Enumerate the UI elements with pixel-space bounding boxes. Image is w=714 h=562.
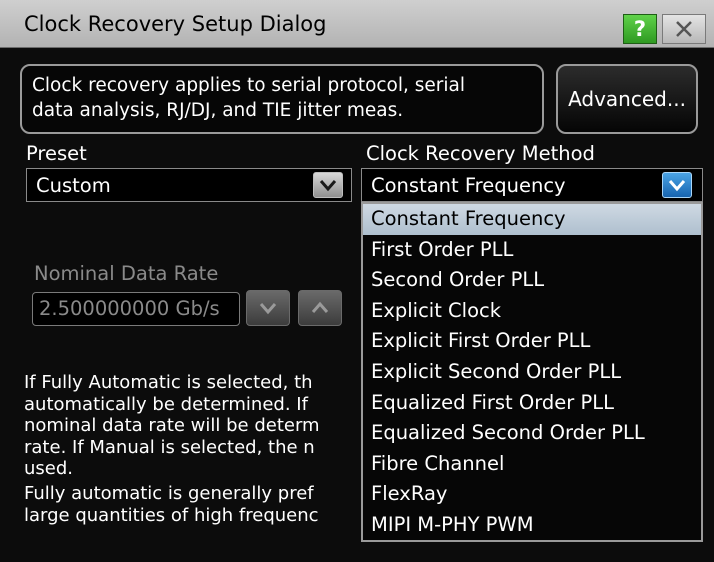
dropdown-option[interactable]: First Order PLL — [363, 235, 701, 266]
chevron-up-icon — [311, 301, 329, 313]
method-dropdown[interactable]: Constant Frequency — [361, 168, 703, 202]
dropdown-option[interactable]: Second Order PLL — [363, 265, 701, 296]
advanced-button[interactable]: Advanced... — [556, 64, 698, 134]
method-dropdown-list[interactable]: Constant Frequency First Order PLL Secon… — [361, 202, 703, 542]
data-rate-field[interactable]: 2.500000000 Gb/s — [32, 292, 240, 326]
data-rate-label: Nominal Data Rate — [34, 262, 219, 285]
increment-button[interactable] — [298, 290, 342, 326]
info-line: data analysis, RJ/DJ, and TIE jitter mea… — [32, 100, 404, 121]
preset-label: Preset — [26, 142, 87, 165]
help-icon: ? — [633, 17, 647, 41]
method-value: Constant Frequency — [371, 174, 566, 197]
dropdown-option[interactable]: Equalized First Order PLL — [363, 388, 701, 419]
method-dropdown-arrow[interactable] — [662, 172, 692, 198]
close-icon — [676, 21, 692, 37]
info-box: Clock recovery applies to serial protoco… — [20, 64, 544, 134]
dropdown-option[interactable]: Explicit Clock — [363, 296, 701, 327]
chevron-down-icon — [668, 180, 686, 192]
chevron-down-icon — [319, 180, 337, 192]
dropdown-option[interactable]: Equalized Second Order PLL — [363, 418, 701, 449]
dropdown-option[interactable]: Explicit First Order PLL — [363, 326, 701, 357]
dropdown-option[interactable]: Explicit Second Order PLL — [363, 357, 701, 388]
decrement-button[interactable] — [246, 290, 290, 326]
window-title: Clock Recovery Setup Dialog — [24, 12, 327, 36]
method-label: Clock Recovery Method — [366, 142, 595, 165]
help-button[interactable]: ? — [623, 14, 657, 44]
preset-dropdown[interactable]: Custom — [26, 168, 352, 202]
close-button[interactable] — [662, 14, 706, 44]
title-bar: Clock Recovery Setup Dialog ? — [0, 0, 714, 48]
info-line: Clock recovery applies to serial protoco… — [32, 75, 466, 96]
dropdown-option[interactable]: FlexRay — [363, 479, 701, 510]
dropdown-option[interactable]: MIPI M-PHY PWM — [363, 510, 701, 541]
dropdown-option[interactable]: Fibre Channel — [363, 449, 701, 480]
preset-value: Custom — [36, 174, 111, 197]
chevron-down-icon — [259, 303, 277, 315]
dropdown-option[interactable]: Constant Frequency — [363, 204, 701, 235]
preset-dropdown-arrow[interactable] — [313, 172, 343, 198]
